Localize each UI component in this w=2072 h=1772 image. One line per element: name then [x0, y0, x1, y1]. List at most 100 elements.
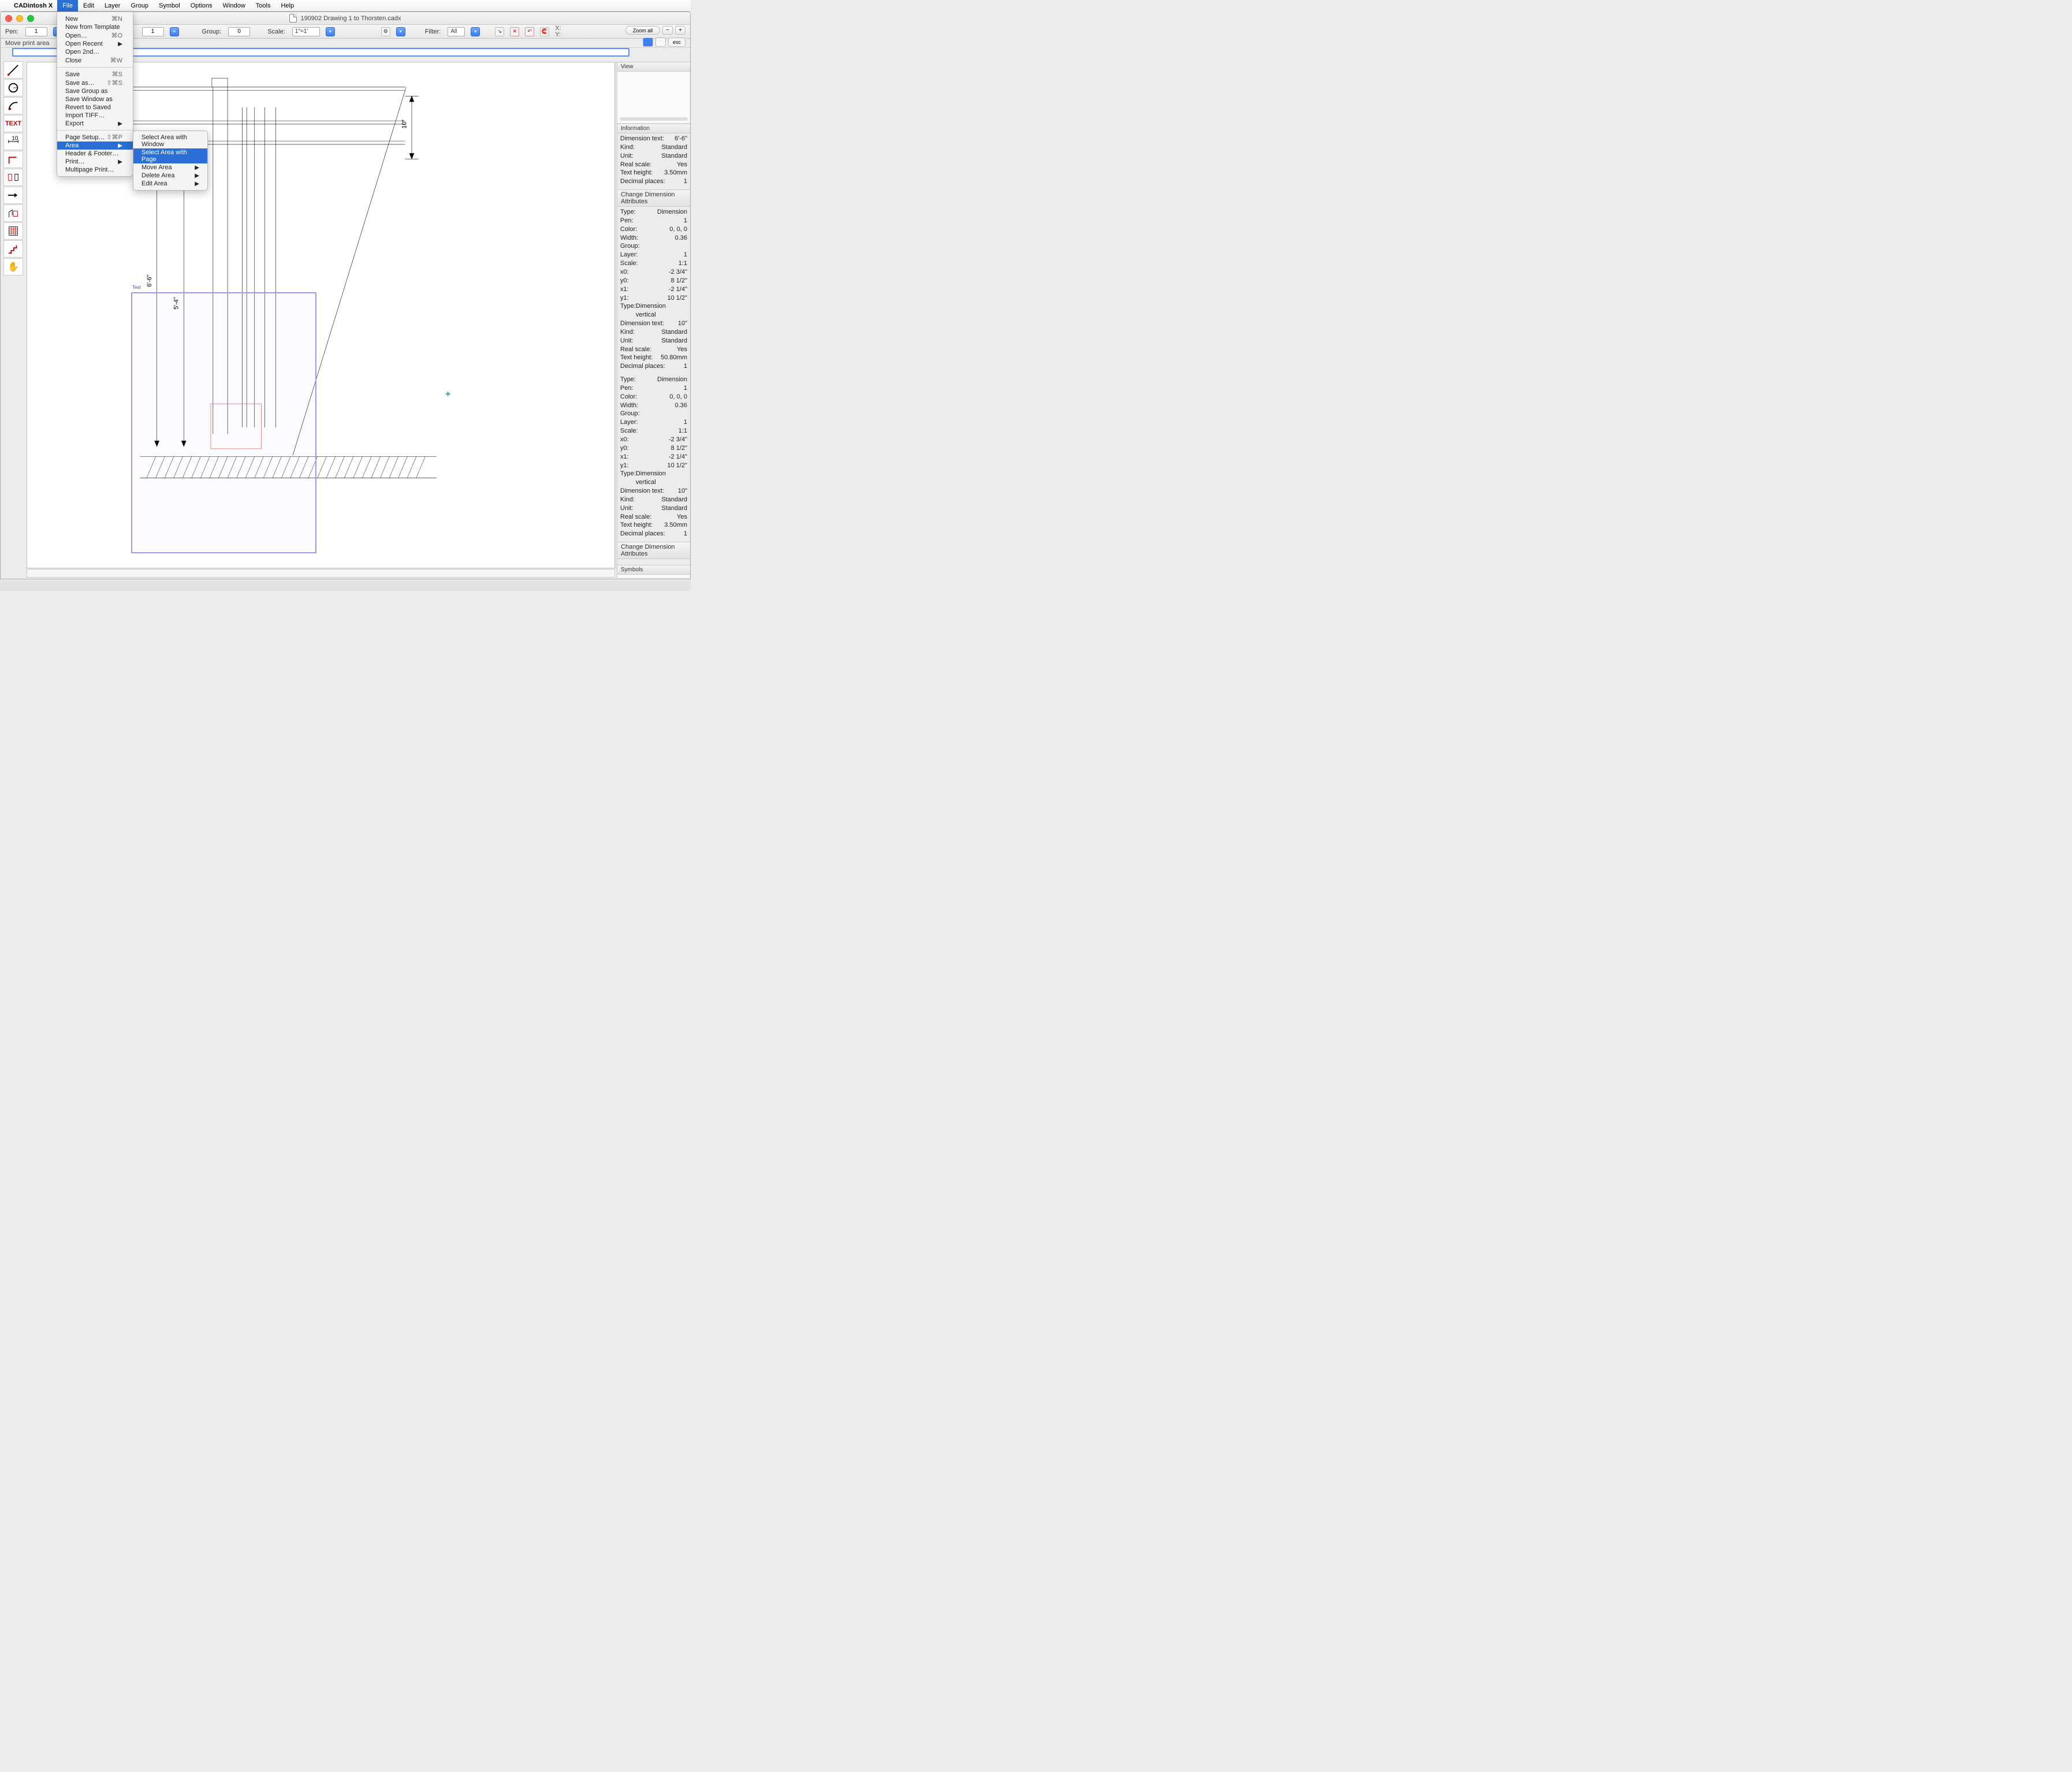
wall-tool[interactable]	[3, 204, 23, 222]
change-dim-header-2[interactable]: Change Dimension Attributes	[617, 542, 690, 559]
corner-tool[interactable]	[3, 151, 23, 168]
file-menu-area[interactable]: Area▶	[57, 142, 133, 150]
menu-group[interactable]: Group	[125, 0, 154, 12]
esc-button[interactable]: esc	[668, 38, 685, 47]
file-menu-save-group-as[interactable]: Save Group as	[57, 87, 133, 95]
dimension-tool[interactable]: 10	[3, 133, 23, 150]
scale-value[interactable]: 1"=1'	[292, 27, 320, 36]
line-tool[interactable]	[3, 61, 23, 79]
circle-tool[interactable]	[3, 79, 23, 96]
menu-file[interactable]: File	[57, 0, 78, 12]
file-menu-save-as-[interactable]: Save as…⇧⌘S	[57, 79, 133, 87]
info-row: Width:0.36	[620, 234, 687, 243]
info-row: Text height:3.50mm	[620, 521, 687, 530]
file-menu-close[interactable]: Close⌘W	[57, 56, 133, 65]
file-menu-new-from-template[interactable]: New from Template	[57, 23, 133, 31]
close-window[interactable]	[5, 15, 12, 22]
zoom-out-button[interactable]: −	[662, 26, 673, 35]
info-row: Unit:Standard	[620, 504, 687, 513]
arc-tool[interactable]	[3, 97, 23, 114]
area-submenu-edit-area[interactable]: Edit Area▶	[133, 180, 207, 188]
filter-popup[interactable]: ▾	[471, 27, 480, 36]
horizontal-scrollbar[interactable]	[27, 569, 615, 578]
zoom-in-button[interactable]: +	[675, 26, 685, 35]
area-submenu-select-area-with-page[interactable]: Select Area with Page	[133, 148, 207, 163]
file-menu-revert-to-saved[interactable]: Revert to Saved	[57, 103, 133, 111]
zoom-window[interactable]	[27, 15, 34, 22]
info-row: Text height:3.50mm	[620, 169, 687, 177]
info-row: x1:-2 1/4"	[620, 453, 687, 461]
info-row: Scale:1:1	[620, 259, 687, 268]
linestyle-popup[interactable]: ≡	[170, 27, 179, 36]
menu-symbol[interactable]: Symbol	[154, 0, 185, 12]
file-menu-save[interactable]: Save⌘S	[57, 70, 133, 79]
symbols-pane	[617, 575, 690, 578]
file-menu-print-[interactable]: Print…▶	[57, 158, 133, 166]
info-block2: Type:DimensionPen:1Color:0, 0, 0Width:0.…	[617, 207, 690, 374]
menu-help[interactable]: Help	[275, 0, 299, 12]
file-menu-export[interactable]: Export▶	[57, 120, 133, 128]
area-submenu-select-area-with-window[interactable]: Select Area with Window	[133, 133, 207, 148]
area-submenu-move-area[interactable]: Move Area▶	[133, 163, 207, 172]
menu-tools[interactable]: Tools	[251, 0, 276, 12]
file-menu-open-recent[interactable]: Open Recent▶	[57, 40, 133, 48]
zoom-all-button[interactable]: Zoom all	[625, 26, 660, 35]
file-menu-header-footer-[interactable]: Header & Footer…	[57, 150, 133, 158]
file-menu-import-tiff-[interactable]: Import TIFF…	[57, 111, 133, 120]
info-row: y1:10 1/2"	[620, 461, 687, 470]
svg-text:10": 10"	[401, 120, 408, 129]
app-name[interactable]: CADintosh X	[9, 2, 57, 9]
menu-layer[interactable]: Layer	[99, 0, 126, 12]
filter-value[interactable]: All	[448, 27, 465, 36]
file-menu-save-window-as[interactable]: Save Window as	[57, 95, 133, 103]
info-row: Group:	[620, 242, 687, 251]
menu-options[interactable]: Options	[185, 0, 218, 12]
scale-popup[interactable]: ▾	[326, 27, 335, 36]
filter-label: Filter:	[425, 28, 441, 35]
window-controls	[5, 15, 34, 22]
group-value[interactable]	[228, 27, 250, 36]
snap-toggle-icon[interactable]: ↘	[495, 27, 504, 36]
undo-arrow-icon[interactable]: ↶	[525, 27, 534, 36]
info-row: Dimension text:10"	[620, 319, 687, 328]
pan-tool[interactable]: ✋	[3, 258, 23, 276]
minimize-window[interactable]	[16, 15, 23, 22]
file-menu-open-2nd-[interactable]: Open 2nd…	[57, 48, 133, 56]
info-pane-header[interactable]: Information	[617, 124, 690, 133]
right-small-buttons: esc	[643, 38, 685, 47]
magnet-icon[interactable]: 🧲	[540, 27, 549, 36]
print-area-label: Test	[132, 285, 141, 290]
window-mode-icon[interactable]	[655, 38, 666, 47]
area-submenu-delete-area[interactable]: Delete Area▶	[133, 172, 207, 180]
menu-window[interactable]: Window	[218, 0, 251, 12]
settings-gear-icon[interactable]: ⚙	[381, 27, 390, 36]
file-menu-open-[interactable]: Open…⌘O	[57, 31, 133, 40]
file-menu-dropdown: New⌘NNew from TemplateOpen…⌘OOpen Recent…	[57, 12, 133, 177]
menu-edit[interactable]: Edit	[78, 0, 99, 12]
view-pane-header[interactable]: View	[617, 62, 690, 72]
print-area-rect[interactable]	[131, 292, 316, 553]
file-menu-new[interactable]: New⌘N	[57, 14, 133, 23]
view-slider[interactable]	[620, 117, 688, 121]
stair-tool[interactable]	[3, 240, 23, 258]
info-pane: Dimension text:6'-6"Kind:StandardUnit:St…	[617, 133, 690, 189]
file-menu-page-setup-[interactable]: Page Setup…⇧⌘P	[57, 133, 133, 142]
info-row: y0:8 1/2"	[620, 444, 687, 453]
info-row: x1:-2 1/4"	[620, 285, 687, 294]
info-row: Kind:Standard	[620, 496, 687, 504]
info-row: Width:0.36	[620, 401, 687, 410]
settings-popup[interactable]: ▾	[396, 27, 405, 36]
text-tool[interactable]: TEXT	[3, 115, 23, 132]
pen-value[interactable]	[25, 27, 47, 36]
hint-text: Move print area	[5, 40, 49, 47]
fullscreen-icon[interactable]	[643, 38, 653, 47]
symbols-pane-header[interactable]: Symbols	[617, 565, 690, 575]
stroke-value[interactable]	[142, 27, 164, 36]
file-menu-multipage-print-[interactable]: Multipage Print…	[57, 166, 133, 174]
delete-x-icon[interactable]: ✕	[510, 27, 519, 36]
hatch-tool[interactable]	[3, 222, 23, 240]
info-row: Scale:1:1	[620, 427, 687, 435]
mirror-tool[interactable]	[3, 169, 23, 186]
change-dim-header[interactable]: Change Dimension Attributes	[617, 189, 690, 207]
trim-tool[interactable]	[3, 187, 23, 204]
